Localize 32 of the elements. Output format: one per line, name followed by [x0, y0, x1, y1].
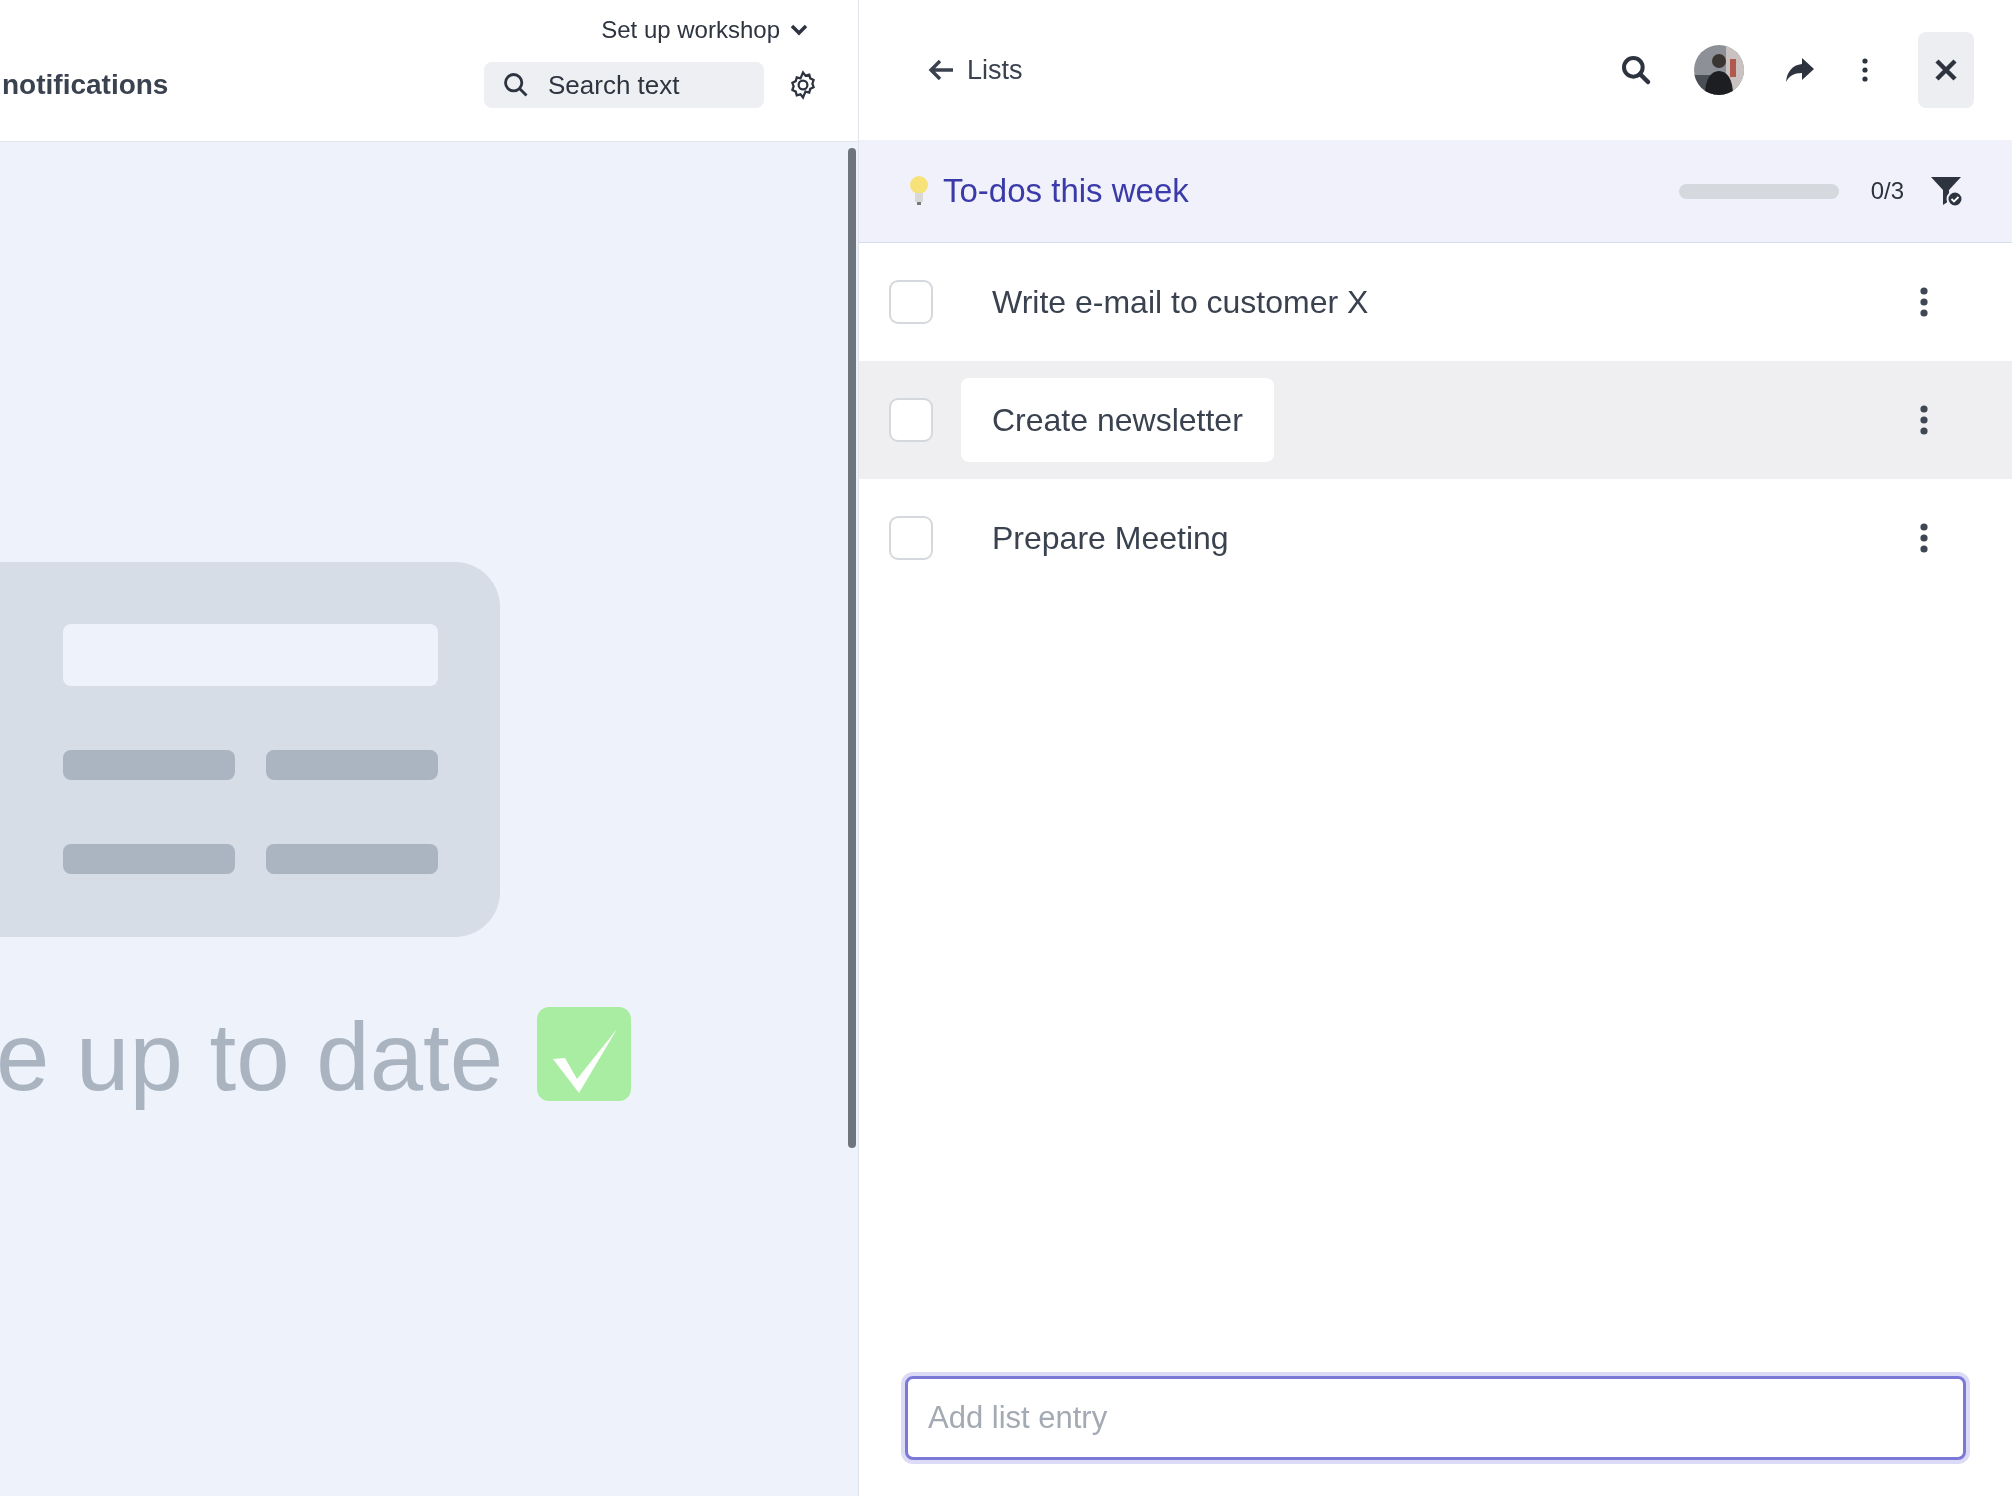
- add-entry-field[interactable]: Add list entry: [905, 1376, 1966, 1460]
- check-mark-icon: [537, 1007, 632, 1101]
- list-item-row[interactable]: Write e-mail to customer X: [859, 243, 2012, 361]
- list-title: To-dos this week: [943, 171, 1189, 212]
- checkbox[interactable]: [889, 516, 933, 560]
- list-item-row[interactable]: Create newsletter: [859, 361, 2012, 479]
- share-arrow-icon[interactable]: [1784, 56, 1816, 84]
- workspace-dropdown[interactable]: Set up workshop: [601, 12, 808, 48]
- settings-icon[interactable]: [788, 70, 818, 100]
- scrollbar[interactable]: [848, 148, 856, 1148]
- more-options-icon[interactable]: [1862, 58, 1868, 82]
- checkbox[interactable]: [889, 280, 933, 324]
- checkbox[interactable]: [889, 398, 933, 442]
- more-options-icon: [1920, 523, 1928, 553]
- completed-count: 0/3: [1870, 176, 1904, 206]
- close-icon: [1934, 58, 1958, 82]
- back-link[interactable]: Lists: [927, 49, 1023, 91]
- more-options-icon: [1920, 287, 1928, 317]
- arrow-left-icon: [927, 58, 955, 82]
- search-icon[interactable]: [1620, 54, 1652, 86]
- close-button[interactable]: [1918, 32, 1974, 108]
- item-text[interactable]: Write e-mail to customer X: [961, 260, 1400, 344]
- chevron-down-icon: [790, 24, 808, 36]
- more-options-icon: [1920, 405, 1928, 435]
- page-title: notifications: [1, 68, 169, 102]
- filter-check-icon[interactable]: [1930, 175, 1964, 207]
- item-text[interactable]: Prepare Meeting: [961, 496, 1260, 580]
- search-field[interactable]: Search text: [484, 62, 764, 108]
- search-icon: [502, 71, 530, 99]
- light-bulb-icon: [909, 175, 929, 207]
- item-text[interactable]: Create newsletter: [961, 378, 1274, 462]
- list-item-row[interactable]: Prepare Meeting: [859, 479, 2012, 597]
